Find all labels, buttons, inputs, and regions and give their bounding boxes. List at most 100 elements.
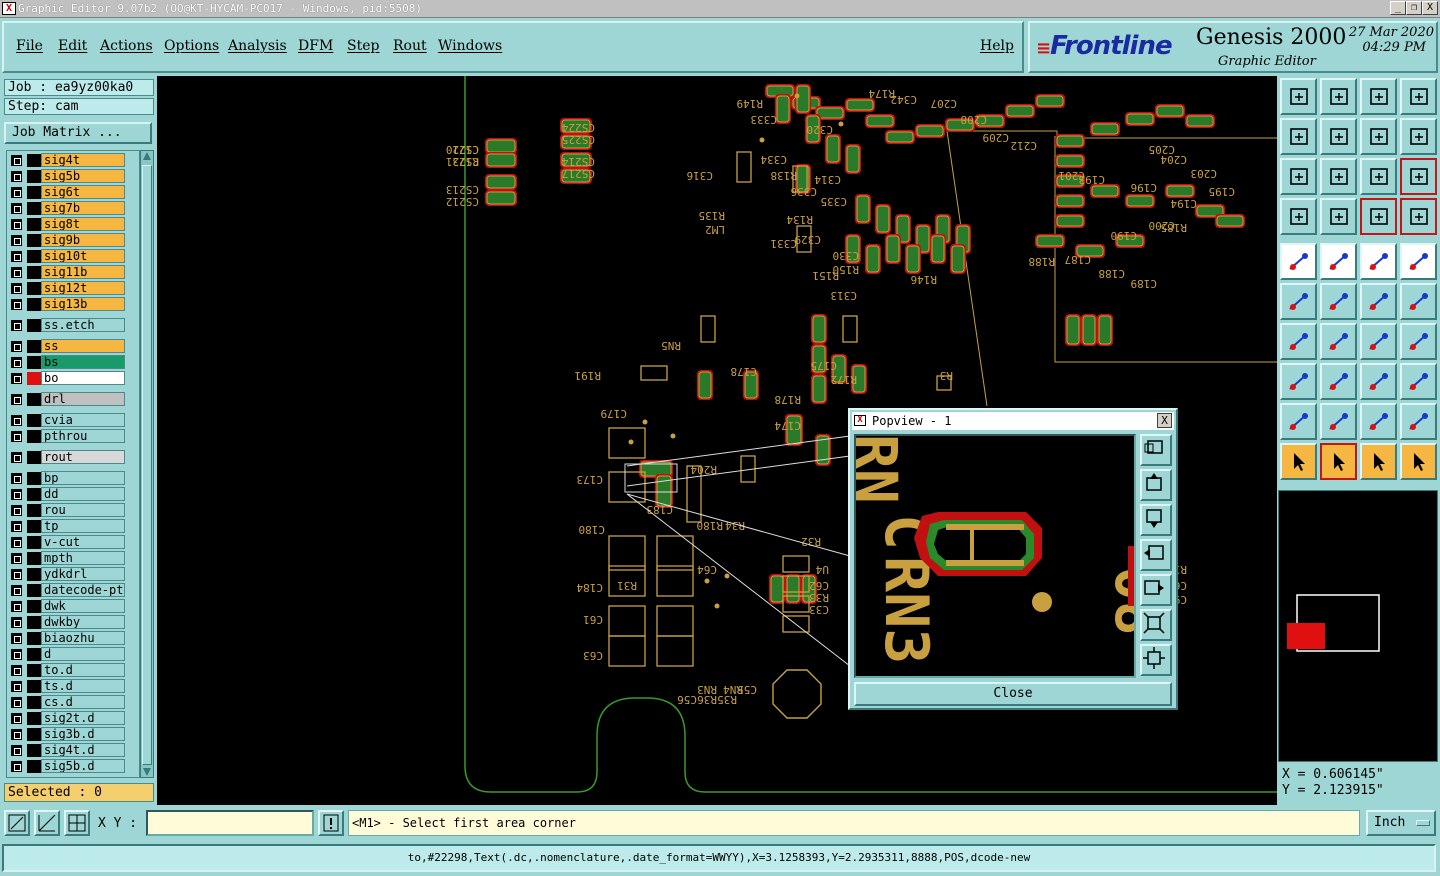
layer-row[interactable]: ydkdrl [7, 567, 139, 582]
layer-color-swatch[interactable] [27, 760, 41, 773]
layer-color-swatch[interactable] [27, 414, 41, 427]
layer-name[interactable]: bo [41, 371, 125, 385]
layer-visibility-checkbox[interactable] [11, 601, 22, 612]
popview-pan-right-icon[interactable] [1140, 574, 1172, 606]
measure-gap-icon[interactable] [1360, 363, 1397, 400]
group-icon[interactable] [1400, 363, 1437, 400]
add-pad-icon[interactable] [1280, 363, 1317, 400]
popview-zoom-view[interactable]: RN C RN3 08 [854, 434, 1136, 678]
layer-visibility-checkbox[interactable] [11, 415, 22, 426]
layer-name[interactable]: cs.d [41, 695, 125, 709]
layer-name[interactable]: sig4t [41, 153, 125, 167]
layer-row[interactable]: bp [7, 471, 139, 486]
xy-input[interactable] [146, 810, 314, 836]
layer-visibility-checkbox[interactable] [11, 299, 22, 310]
layer-color-swatch[interactable] [27, 372, 41, 385]
layer-name[interactable]: sig8t [41, 217, 125, 231]
menu-analysis[interactable]: Analysis [228, 38, 287, 54]
pointer-icon[interactable] [1280, 443, 1317, 480]
layer-visibility-checkbox[interactable] [11, 649, 22, 660]
popview-pan-down-icon[interactable] [1140, 504, 1172, 536]
layer-color-swatch[interactable] [27, 648, 41, 661]
layer-row[interactable]: sig4t.d [7, 743, 139, 758]
pad-icon[interactable] [1400, 243, 1437, 280]
zoom-fit-icon[interactable] [1280, 158, 1317, 195]
layer-settings-icon[interactable] [1280, 198, 1317, 235]
arc-icon[interactable] [1360, 323, 1397, 360]
layer-color-swatch[interactable] [27, 282, 41, 295]
layer-row[interactable]: sig13b [7, 297, 139, 312]
popview-pan-up-icon[interactable] [1140, 469, 1172, 501]
layer-color-swatch[interactable] [27, 728, 41, 741]
layer-row[interactable]: cs.d [7, 695, 139, 710]
layer-name[interactable]: sig4t.d [41, 743, 125, 757]
layer-name[interactable]: sig6t [41, 185, 125, 199]
slope-icon[interactable] [1320, 323, 1357, 360]
layer-visibility-checkbox[interactable] [11, 341, 22, 352]
angle-icon[interactable] [1280, 323, 1317, 360]
layer-name[interactable]: biaozhu [41, 631, 125, 645]
layer-visibility-checkbox[interactable] [11, 729, 22, 740]
menu-actions[interactable]: Actions [100, 38, 153, 54]
layer-visibility-checkbox[interactable] [11, 713, 22, 724]
layer-row[interactable]: sig9b [7, 233, 139, 248]
cross-icon[interactable] [1320, 283, 1357, 320]
popview-title-bar[interactable]: X Popview - 1 X [852, 412, 1174, 430]
layer-visibility-checkbox[interactable] [11, 505, 22, 516]
layer-visibility-checkbox[interactable] [11, 373, 22, 384]
layer-name[interactable]: v-cut [41, 535, 125, 549]
scroll-up-icon[interactable] [143, 152, 151, 160]
layer-color-swatch[interactable] [27, 472, 41, 485]
ruler-icon[interactable] [1360, 243, 1397, 280]
popview-zoom-home-icon[interactable] [1140, 434, 1172, 466]
traffic-light-2-icon[interactable] [1400, 198, 1437, 235]
layer-color-swatch[interactable] [27, 696, 41, 709]
key-icon[interactable] [1320, 198, 1357, 235]
layer-name[interactable]: sig3b.d [41, 727, 125, 741]
layer-visibility-checkbox[interactable] [11, 761, 22, 772]
layer-color-swatch[interactable] [27, 250, 41, 263]
layer-color-swatch[interactable] [27, 430, 41, 443]
layer-row[interactable]: dwk [7, 599, 139, 614]
triangle-3-icon[interactable] [1360, 403, 1397, 440]
fit-icon[interactable] [4, 810, 30, 836]
layer-name[interactable]: pthrou [41, 429, 125, 443]
layer-color-swatch[interactable] [27, 664, 41, 677]
layer-row[interactable]: ts.d [7, 679, 139, 694]
menu-dfm[interactable]: DFM [298, 38, 333, 54]
popview-zoom-out-icon[interactable] [1140, 644, 1172, 676]
popview-close-x-button[interactable]: X [1157, 413, 1172, 428]
layer-name[interactable]: sig5b.d [41, 759, 125, 773]
menu-step[interactable]: Step [347, 38, 379, 54]
layer-color-swatch[interactable] [27, 520, 41, 533]
layer-visibility-checkbox[interactable] [11, 320, 22, 331]
layer-name[interactable]: bs [41, 355, 125, 369]
layer-name[interactable]: sig2t.d [41, 711, 125, 725]
draw-line-icon[interactable] [1320, 243, 1357, 280]
layer-visibility-checkbox[interactable] [11, 235, 22, 246]
pointer-alt-icon[interactable] [1360, 443, 1397, 480]
zoom-house-icon[interactable] [1360, 78, 1397, 115]
pointer-box-icon[interactable] [1320, 443, 1357, 480]
layer-visibility-checkbox[interactable] [11, 617, 22, 628]
layer-name[interactable]: sig7b [41, 201, 125, 215]
layer-visibility-checkbox[interactable] [11, 537, 22, 548]
layer-row[interactable]: datecode-pt [7, 583, 139, 598]
layer-row[interactable]: ss [7, 339, 139, 354]
layer-name[interactable]: datecode-pt [41, 583, 125, 597]
layer-visibility-checkbox[interactable] [11, 585, 22, 596]
layer-name[interactable]: tp [41, 519, 125, 533]
connect-icon[interactable] [1400, 443, 1437, 480]
layer-name[interactable]: sig10t [41, 249, 125, 263]
layer-color-swatch[interactable] [27, 234, 41, 247]
layer-color-swatch[interactable] [27, 266, 41, 279]
move-icon[interactable] [1360, 283, 1397, 320]
layer-row[interactable]: to.d [7, 663, 139, 678]
layer-color-swatch[interactable] [27, 298, 41, 311]
layer-visibility-checkbox[interactable] [11, 283, 22, 294]
layer-color-swatch[interactable] [27, 744, 41, 757]
layer-row[interactable]: v-cut [7, 535, 139, 550]
layer-color-swatch[interactable] [27, 356, 41, 369]
layer-color-swatch[interactable] [27, 584, 41, 597]
layer-name[interactable]: ss [41, 339, 125, 353]
